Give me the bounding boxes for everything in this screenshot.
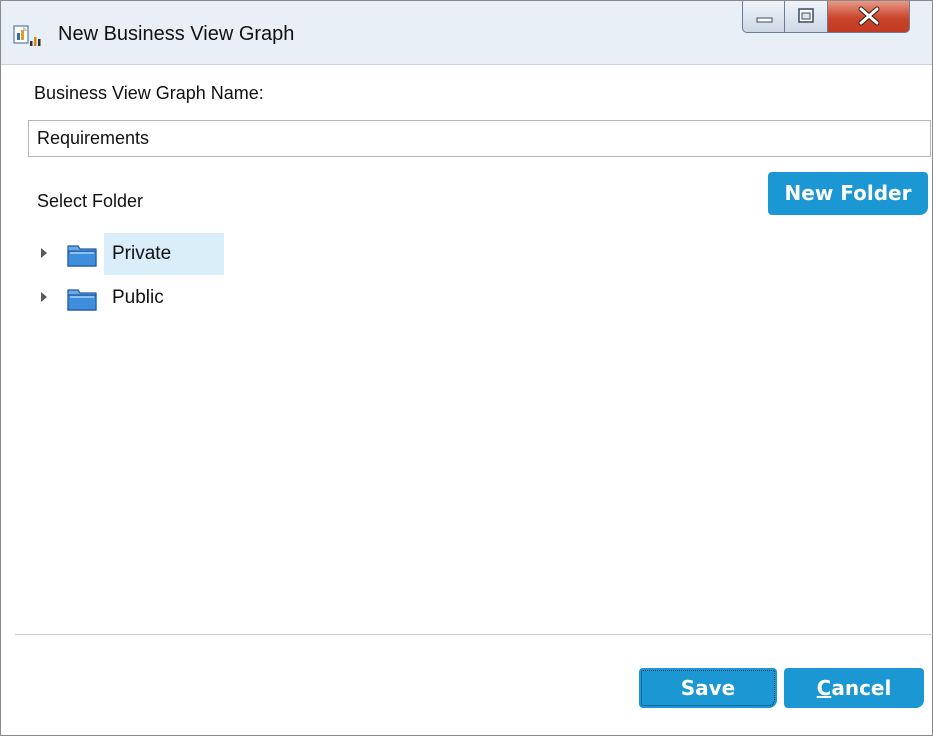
graph-name-input[interactable]: [28, 120, 931, 157]
save-button[interactable]: Save: [639, 668, 777, 708]
maximize-button[interactable]: [785, 1, 828, 33]
expand-arrow-icon[interactable]: [41, 248, 47, 258]
footer-divider: [15, 634, 933, 635]
cancel-mnemonic: C: [816, 676, 832, 700]
close-icon: [858, 6, 880, 26]
cancel-button[interactable]: Cancel: [784, 668, 924, 708]
tree-item-label: Public: [112, 287, 164, 308]
folder-icon: [67, 245, 97, 267]
title-bar[interactable]: New Business View Graph: [1, 1, 932, 65]
tree-item-label: Private: [112, 243, 172, 264]
graph-name-label: Business View Graph Name:: [34, 83, 264, 103]
expand-arrow-icon[interactable]: [41, 292, 47, 302]
minimize-icon: [756, 17, 773, 23]
close-button[interactable]: [828, 1, 910, 33]
window-title: New Business View Graph: [58, 23, 295, 45]
folder-icon: [67, 289, 97, 311]
minimize-button[interactable]: [742, 1, 785, 33]
dialog-window: New Business View Graph Business View Gr…: [0, 0, 933, 736]
new-folder-button[interactable]: New Folder: [768, 172, 928, 215]
cancel-label: ancel: [831, 676, 892, 700]
select-folder-label: Select Folder: [37, 191, 144, 211]
business-view-graph-icon: [13, 25, 41, 46]
maximize-icon: [798, 8, 814, 23]
